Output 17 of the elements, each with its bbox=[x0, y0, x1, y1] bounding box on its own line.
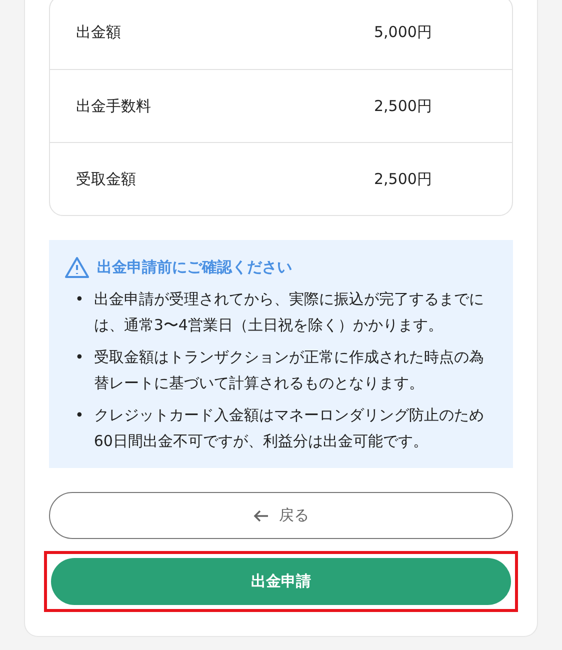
bullet: • bbox=[75, 289, 84, 310]
bullet: • bbox=[75, 405, 84, 426]
row-value: 2,500円 bbox=[374, 170, 432, 188]
row-label: 受取金額 bbox=[76, 170, 137, 188]
notice-item: クレジットカード入金額はマネーロンダリング防止のため60日間出金不可ですが、利益分は出金可能です。 bbox=[94, 405, 485, 452]
row-value: 5,000円 bbox=[374, 23, 432, 42]
bullet: • bbox=[75, 347, 84, 368]
notice-item: 受取金額はトランザクションが正常に作成された時点の為替レートに基づいて計算されるものとなります。 bbox=[94, 347, 485, 394]
row-label: 出金額 bbox=[76, 23, 122, 42]
row-value: 2,500円 bbox=[374, 96, 432, 116]
back-button[interactable]: 戻る bbox=[49, 492, 513, 539]
submit-button[interactable]: 出金申請 bbox=[51, 558, 511, 605]
warning-icon bbox=[65, 256, 89, 278]
row-label: 出金手数料 bbox=[76, 96, 152, 116]
notice-item: 出金申請が受理されてから、実際に振込が完了するまでには、通常3〜4営業日（土日祝を除く）かかります。 bbox=[94, 289, 485, 336]
arrow-left-icon bbox=[253, 508, 269, 522]
notice-title: 出金申請前にご確認ください bbox=[97, 258, 292, 276]
